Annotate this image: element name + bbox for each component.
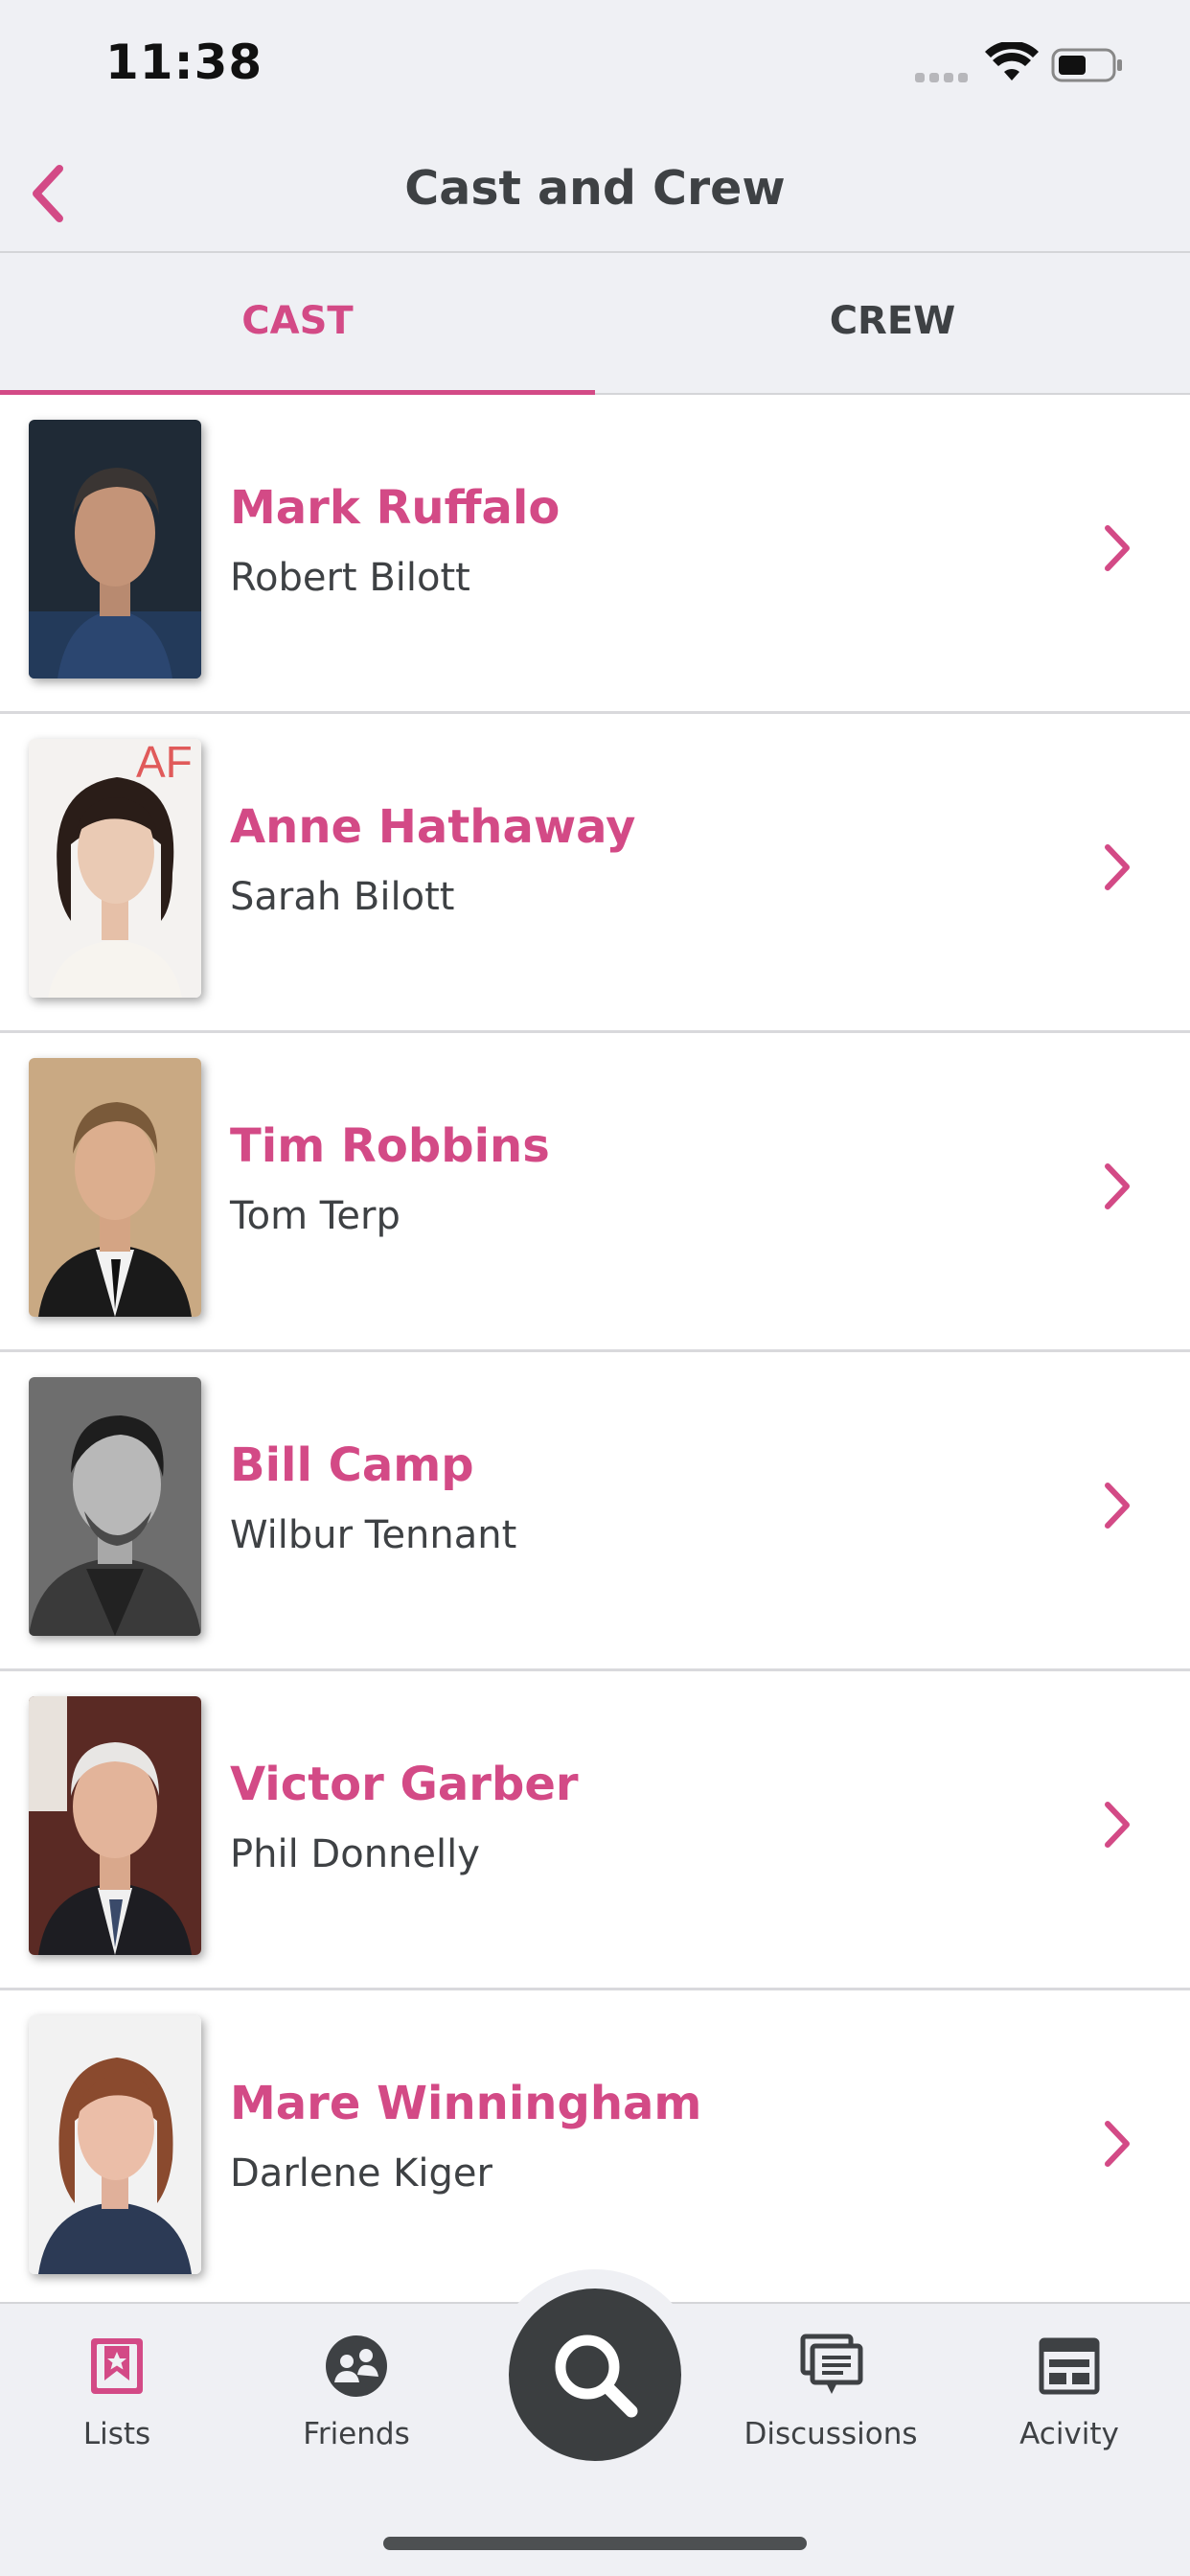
activity-icon [1039,2337,1100,2395]
actor-photo: AF [29,739,201,998]
character-name: Sarah Bilott [230,875,455,919]
tab-cast[interactable]: CAST [0,253,595,395]
actor-photo [29,2015,201,2274]
chevron-right-icon [1105,2121,1130,2167]
status-time: 11:38 [105,34,263,90]
actor-photo [29,1377,201,1636]
list-item[interactable]: Tim Robbins Tom Terp [0,1033,1190,1352]
actor-name: Tim Robbins [230,1119,550,1173]
svg-text:AF: AF [136,739,193,787]
discussions-icon [800,2334,863,2394]
character-name: Darlene Kiger [230,2151,492,2196]
tab-bar-label: Friends [303,2417,410,2451]
friends-icon [326,2335,387,2397]
character-name: Wilbur Tennant [230,1513,517,1557]
tab-crew-label: CREW [829,299,956,343]
list-item[interactable]: Mare Winningham Darlene Kiger [0,1990,1190,2310]
chevron-right-icon [1105,525,1130,571]
tab-bar-item-friends[interactable]: Friends [261,2333,452,2451]
character-name: Tom Terp [230,1194,400,1238]
tab-bar-item-discussions[interactable]: Discussions [735,2333,927,2451]
actor-photo [29,1058,201,1317]
actor-name: Mare Winningham [230,2077,702,2130]
list-item[interactable]: AF Anne Hathaway Sarah Bilott [0,714,1190,1033]
lists-icon [91,2338,143,2394]
search-button[interactable] [509,2288,681,2461]
cellular-signal-icon [915,73,968,82]
chevron-right-icon [1105,1802,1130,1848]
tab-bar-label: Lists [82,2417,151,2451]
list-item[interactable]: Bill Camp Wilbur Tennant [0,1352,1190,1671]
character-name: Robert Bilott [230,556,470,600]
chevron-right-icon [1105,1163,1130,1209]
chevron-right-icon [1105,844,1130,890]
wifi-icon [985,42,1039,80]
battery-icon [1051,48,1122,82]
character-name: Phil Donnelly [230,1832,480,1876]
tab-cast-label: CAST [241,299,354,343]
tab-bar-label: Discussions [744,2417,918,2451]
actor-name: Anne Hathaway [230,800,636,854]
cast-list: Mark Ruffalo Robert Bilott AF Anne Hatha… [0,395,1190,2310]
status-bar: 11:38 [0,0,1190,134]
segmented-tabs: CAST CREW [0,253,1190,395]
page-title: Cast and Crew [404,161,786,216]
actor-photo [29,1696,201,1955]
actor-name: Victor Garber [230,1758,579,1811]
tab-crew[interactable]: CREW [595,253,1190,395]
actor-name: Mark Ruffalo [230,481,561,535]
tab-bar-label: Acivity [1019,2417,1119,2451]
list-item[interactable]: Victor Garber Phil Donnelly [0,1671,1190,1990]
chevron-right-icon [1105,1483,1130,1529]
actor-photo [29,420,201,678]
actor-name: Bill Camp [230,1438,474,1492]
tab-bar-item-activity[interactable]: Acivity [973,2333,1165,2451]
search-icon [555,2334,638,2418]
home-indicator [383,2537,807,2550]
navigation-bar: Cast and Crew [0,134,1190,253]
tab-bar-item-lists[interactable]: Lists [21,2333,213,2451]
list-item[interactable]: Mark Ruffalo Robert Bilott [0,395,1190,714]
